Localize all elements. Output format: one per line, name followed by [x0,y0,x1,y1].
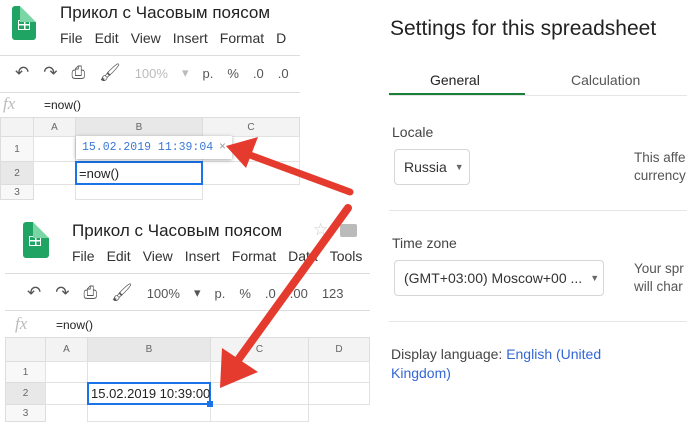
arrow-to-tooltip [226,137,354,196]
arrow-to-cell [220,204,352,388]
annotation-arrows [220,137,354,388]
